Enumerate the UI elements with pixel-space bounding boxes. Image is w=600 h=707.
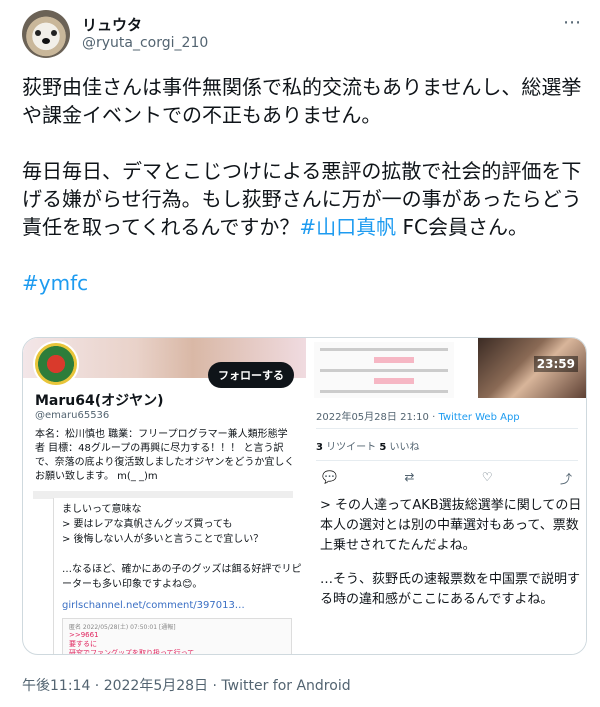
tweet-footer[interactable]: 午後11:14 · 2022年5月28日 · Twitter for Andro… [22,675,351,695]
reply-text: ましいって意味な > 要はレアな真帆さんグッズ買っても > 後悔しない人が多いと… [62,504,302,590]
avatar[interactable] [22,10,70,58]
tweet-paragraph-2-tail: FC会員さん。 [396,215,528,239]
media-right[interactable]: 23:59 2022年05月28日 21:10 · Twitter Web Ap… [306,338,586,654]
thumbnail-text-image [314,342,454,398]
screenshot-tweet-meta[interactable]: 23:59 2022年05月28日 21:10 · Twitter Web Ap… [306,338,586,496]
tweet-source: Twitter Web App [438,412,520,423]
profile-name: Maru64(オジヤン) [35,393,164,409]
thumbnail-photo: 23:59 [478,338,586,398]
thumb-highlight [374,378,414,384]
avatar-nose [42,38,50,44]
divider [316,460,578,461]
screenshot-profile[interactable]: フォローする Maru64(オジヤン) @emaru65536 本名：松川慎也 … [23,338,306,499]
tweet-paragraph-3: #ymfc [22,269,582,297]
like-label: いいね [386,442,420,453]
hashtag-link[interactable]: #山口真帆 [299,215,396,239]
tweet-paragraph-2: 毎日毎日、デマとこじつけによる悪評の拡散で社会的評価を下げる嫌がらせ行為。もし荻… [22,157,582,241]
comment-paragraph-1: > その人達ってAKB選抜総選挙に関しての日本人の選対とは別の中華選対もあって、… [320,498,582,553]
retweet-count: 3 [316,442,323,453]
thumb-line [320,369,448,372]
like-icon: ♡ [481,470,493,484]
comment-text: > その人達ってAKB選抜総選挙に関しての日本人の選対とは別の中華選対もあって、… [320,496,582,624]
comment-paragraph-2: …そう、荻野氏の速報票数を中国票で説明する時の違和感がここにあるんですよね。 [320,572,581,607]
display-name[interactable]: リュウタ [82,14,142,35]
reply-link: girlschannel.net/comment/397013… [62,600,245,611]
action-bar: 💬 ⇄ ♡ ⤴ [322,470,572,487]
avatar-eye-left [35,30,41,36]
ellipsis-icon[interactable]: ⋯ [563,12,582,33]
thumb-line [320,390,448,393]
screenshot-comment[interactable]: > その人達ってAKB選抜総選挙に関しての日本人の選対とは別の中華選対もあって、… [306,496,586,654]
follow-button: フォローする [208,362,294,388]
media-left[interactable]: フォローする Maru64(オジヤン) @emaru65536 本名：松川慎也 … [23,338,306,655]
clock-overlay: 23:59 [533,356,578,372]
thumb-line [320,348,448,351]
quoted-comment: 匿名 2022/05/28(土) 07:50:01 [通報] >>9661 要す… [62,618,292,655]
hashtag-link[interactable]: #ymfc [22,271,88,295]
thumb-highlight [374,357,414,363]
profile-bio: 本名：松川慎也 職業：フリープログラマー兼人類形態学者 目標：48グループの再興… [35,429,295,482]
screenshot-reply[interactable]: ましいって意味な > 要はレアな真帆さんグッズ買っても > 後悔しない人が多いと… [53,498,303,655]
retweet-label: リツイート [322,442,380,453]
tweet-date: 2022年05月28日 21:10 · [316,412,439,423]
profile-handle: @emaru65536 [35,410,110,421]
tweet-text: 荻野由佳さんは事件無関係で私的交流もありませんし、総選挙や課金イベントでの不正も… [22,73,582,325]
tweet-paragraph-1: 荻野由佳さんは事件無関係で私的交流もありませんし、総選挙や課金イベントでの不正も… [22,75,582,127]
tweet-header: リュウタ @ryuta_corgi_210 ⋯ [22,8,582,64]
user-handle[interactable]: @ryuta_corgi_210 [82,35,208,51]
media-grid[interactable]: フォローする Maru64(オジヤン) @emaru65536 本名：松川慎也 … [22,337,587,655]
tweet-stats: 3 リツイート 5 いいね [316,438,419,453]
quoted-comment-text: >>9661 要するに 研究でファングッズを取り扱って行って [69,631,195,655]
avatar-eye-right [51,30,57,36]
retweet-icon: ⇄ [404,470,415,484]
tweet-timestamp: 2022年05月28日 21:10 · Twitter Web App [316,408,520,423]
divider [316,428,578,429]
reply-icon: 💬 [322,470,337,484]
profile-avatar [33,341,79,387]
quoted-comment-header: 匿名 2022/05/28(土) 07:50:01 [通報] [69,624,176,631]
share-icon: ⤴ [559,472,572,486]
